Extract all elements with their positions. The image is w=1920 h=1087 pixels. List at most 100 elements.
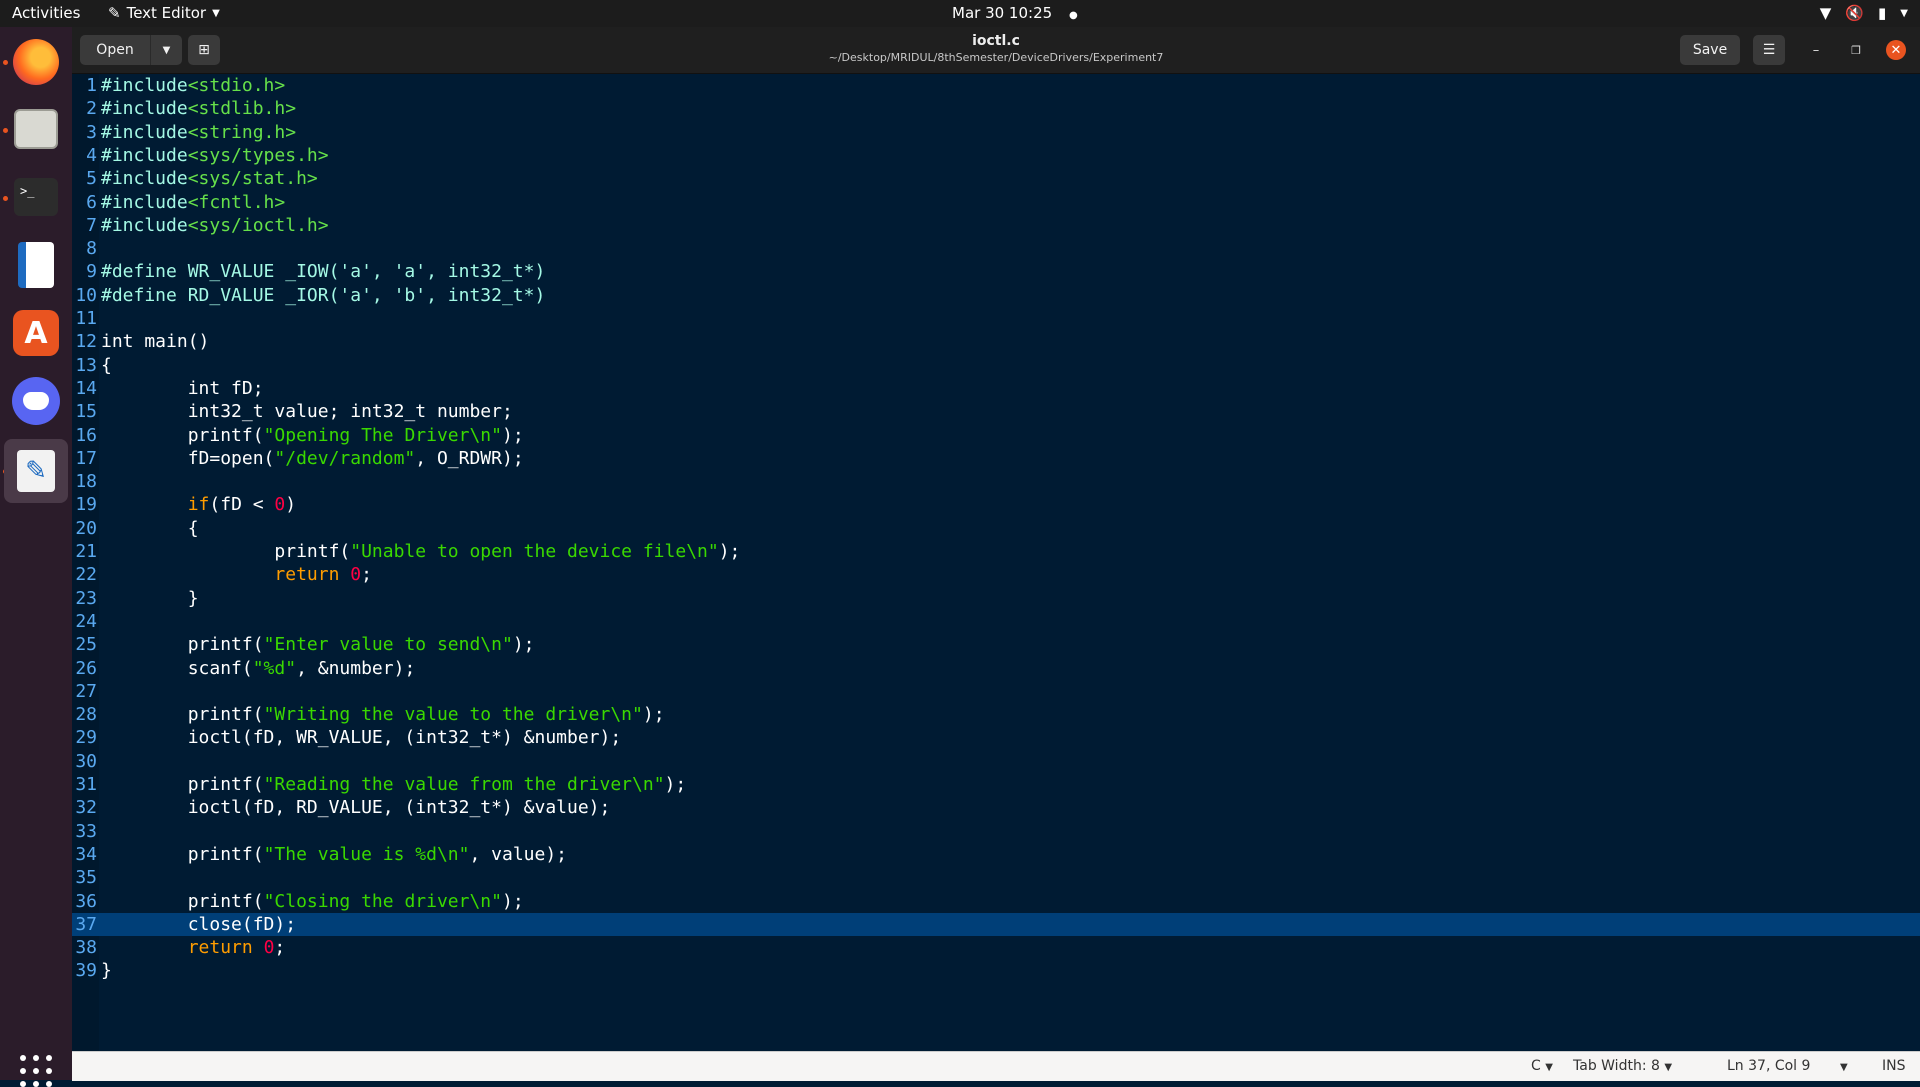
code-line[interactable]: 15 int32_t value; int32_t number; bbox=[72, 400, 1920, 423]
code-text[interactable]: printf("Opening The Driver\n"); bbox=[101, 424, 524, 447]
code-text[interactable]: close(fD); bbox=[101, 913, 296, 936]
code-line[interactable]: 39} bbox=[72, 959, 1920, 982]
code-line[interactable]: 30 bbox=[72, 750, 1920, 773]
code-text[interactable]: #include<string.h> bbox=[101, 121, 296, 144]
code-text[interactable]: if(fD < 0) bbox=[101, 493, 296, 516]
code-text[interactable]: } bbox=[101, 587, 199, 610]
dock-text-editor[interactable]: ✎ bbox=[4, 439, 68, 503]
line-number: 15 bbox=[75, 401, 97, 423]
code-line[interactable]: 37 close(fD); bbox=[72, 912, 1920, 936]
code-line[interactable]: 18 bbox=[72, 470, 1920, 493]
chevron-down-icon[interactable]: ▼ bbox=[1840, 1058, 1848, 1074]
line-number: 5 bbox=[86, 168, 97, 190]
dock-firefox[interactable] bbox=[10, 36, 62, 88]
code-line[interactable]: 38 return 0; bbox=[72, 936, 1920, 959]
code-text[interactable]: #include<sys/types.h> bbox=[101, 144, 329, 167]
code-text[interactable]: #define WR_VALUE _IOW('a', 'a', int32_t*… bbox=[101, 260, 545, 283]
tab-width-selector[interactable]: Tab Width: 8 ▼ bbox=[1573, 1058, 1672, 1074]
code-text[interactable]: fD=open("/dev/random", O_RDWR); bbox=[101, 447, 524, 470]
code-line[interactable]: 10 #define RD_VALUE _IOR('a', 'b', int32_… bbox=[72, 284, 1920, 307]
code-line[interactable]: 27 bbox=[72, 680, 1920, 703]
code-line[interactable]: 11 bbox=[72, 307, 1920, 330]
code-text[interactable]: printf("The value is %d\n", value); bbox=[101, 843, 567, 866]
hamburger-menu-button[interactable]: ☰ bbox=[1753, 35, 1785, 65]
code-line[interactable]: 22 return 0; bbox=[72, 563, 1920, 586]
line-number: 1 bbox=[86, 75, 97, 96]
code-line[interactable]: 29 ioctl(fD, WR_VALUE, (int32_t*) &numbe… bbox=[72, 726, 1920, 749]
code-line[interactable]: 26 scanf("%d", &number); bbox=[72, 657, 1920, 680]
restore-button[interactable]: ❐ bbox=[1846, 40, 1866, 60]
code-line[interactable]: 33 bbox=[72, 820, 1920, 843]
code-text[interactable]: { bbox=[101, 517, 199, 540]
code-text[interactable]: ioctl(fD, WR_VALUE, (int32_t*) &number); bbox=[101, 726, 621, 749]
dock-ubuntu-software[interactable]: A bbox=[10, 307, 62, 359]
code-text[interactable]: return 0; bbox=[101, 563, 372, 586]
code-text[interactable]: printf("Enter value to send\n"); bbox=[101, 633, 535, 656]
code-text[interactable]: scanf("%d", &number); bbox=[101, 657, 416, 680]
code-text[interactable]: #include<sys/ioctl.h> bbox=[101, 214, 329, 237]
code-text[interactable]: int32_t value; int32_t number; bbox=[101, 400, 513, 423]
code-text[interactable]: #include<stdio.h> bbox=[101, 74, 285, 97]
code-text[interactable]: ioctl(fD, RD_VALUE, (int32_t*) &value); bbox=[101, 796, 611, 819]
code-line[interactable]: 1 #include<stdio.h> bbox=[72, 74, 1920, 97]
clock[interactable]: Mar 30 10:25 ● bbox=[952, 4, 1078, 22]
code-text[interactable]: #define RD_VALUE _IOR('a', 'b', int32_t*… bbox=[101, 284, 545, 307]
code-line[interactable]: 25 printf("Enter value to send\n"); bbox=[72, 633, 1920, 656]
code-line[interactable]: 8 bbox=[72, 237, 1920, 260]
code-line[interactable]: 31 printf("Reading the value from the dr… bbox=[72, 773, 1920, 796]
code-line[interactable]: 35 bbox=[72, 866, 1920, 889]
dock-discord[interactable] bbox=[10, 375, 62, 427]
code-text[interactable]: #include<sys/stat.h> bbox=[101, 167, 318, 190]
code-line[interactable]: 2 #include<stdlib.h> bbox=[72, 97, 1920, 120]
dock-files[interactable] bbox=[10, 103, 62, 155]
code-editor[interactable]: 1 #include<stdio.h> 2 #include<stdlib.h> 3 #i… bbox=[72, 74, 1920, 1051]
code-text[interactable]: return 0; bbox=[101, 936, 286, 959]
code-line[interactable]: 16 printf("Opening The Driver\n"); bbox=[72, 424, 1920, 447]
code-line[interactable]: 4 #include<sys/types.h> bbox=[72, 144, 1920, 167]
code-line[interactable]: 12 int main() bbox=[72, 330, 1920, 353]
code-text[interactable]: int main() bbox=[101, 330, 209, 353]
code-text[interactable]: printf("Closing the driver\n"); bbox=[101, 890, 524, 913]
code-line[interactable]: 36 printf("Closing the driver\n"); bbox=[72, 890, 1920, 913]
code-text[interactable]: } bbox=[101, 959, 112, 982]
code-text[interactable]: printf("Unable to open the device file\n… bbox=[101, 540, 740, 563]
code-line[interactable]: 28 printf("Writing the value to the driv… bbox=[72, 703, 1920, 726]
dock-libreoffice-writer[interactable] bbox=[10, 239, 62, 291]
code-text[interactable]: printf("Reading the value from the drive… bbox=[101, 773, 687, 796]
file-path: ~/Desktop/MRIDUL/8thSemester/DeviceDrive… bbox=[828, 51, 1164, 64]
code-text[interactable]: int fD; bbox=[101, 377, 264, 400]
code-line[interactable]: 13{ bbox=[72, 354, 1920, 377]
code-line[interactable]: 23 } bbox=[72, 587, 1920, 610]
line-number: 34 bbox=[75, 843, 97, 865]
code-line[interactable]: 6 #include<fcntl.h> bbox=[72, 191, 1920, 214]
code-text[interactable]: #include<stdlib.h> bbox=[101, 97, 296, 120]
code-line[interactable]: 9 #define WR_VALUE _IOW('a', 'a', int32_t… bbox=[72, 260, 1920, 283]
activities-button[interactable]: Activities bbox=[12, 4, 80, 22]
code-line[interactable]: 34 printf("The value is %d\n", value); bbox=[72, 843, 1920, 866]
code-line[interactable]: 20 { bbox=[72, 517, 1920, 540]
line-number: 31 bbox=[75, 774, 97, 795]
show-apps-grid-icon[interactable] bbox=[20, 1055, 52, 1087]
code-line[interactable]: 7 #include<sys/ioctl.h> bbox=[72, 214, 1920, 237]
code-line[interactable]: 21 printf("Unable to open the device fil… bbox=[72, 540, 1920, 563]
save-button[interactable]: Save bbox=[1680, 35, 1740, 65]
close-button[interactable]: ✕ bbox=[1886, 40, 1906, 60]
language-selector[interactable]: C ▼ bbox=[1531, 1058, 1553, 1074]
system-tray[interactable]: ▼ 🔇 ▮ ▼ bbox=[1820, 4, 1908, 22]
code-line[interactable]: 3 #include<string.h> bbox=[72, 121, 1920, 144]
code-text[interactable]: { bbox=[101, 354, 112, 377]
cursor-position[interactable]: Ln 37, Col 9 bbox=[1727, 1058, 1810, 1074]
code-line[interactable]: 17 fD=open("/dev/random", O_RDWR); bbox=[72, 447, 1920, 470]
code-line[interactable]: 32 ioctl(fD, RD_VALUE, (int32_t*) &value… bbox=[72, 796, 1920, 819]
code-line[interactable]: 14 int fD; bbox=[72, 377, 1920, 400]
clock-label: Mar 30 10:25 bbox=[952, 4, 1053, 22]
code-text[interactable]: #include<fcntl.h> bbox=[101, 191, 285, 214]
code-line[interactable]: 24 bbox=[72, 610, 1920, 633]
volume-muted-icon: 🔇 bbox=[1845, 4, 1865, 22]
code-line[interactable]: 19 if(fD < 0) bbox=[72, 493, 1920, 516]
code-line[interactable]: 5 #include<sys/stat.h> bbox=[72, 167, 1920, 190]
code-text[interactable]: printf("Writing the value to the driver\… bbox=[101, 703, 665, 726]
minimize-button[interactable]: – bbox=[1806, 40, 1826, 60]
dock-terminal[interactable]: >_ bbox=[10, 171, 62, 223]
app-menu[interactable]: ✎ Text Editor ▼ bbox=[108, 4, 220, 22]
